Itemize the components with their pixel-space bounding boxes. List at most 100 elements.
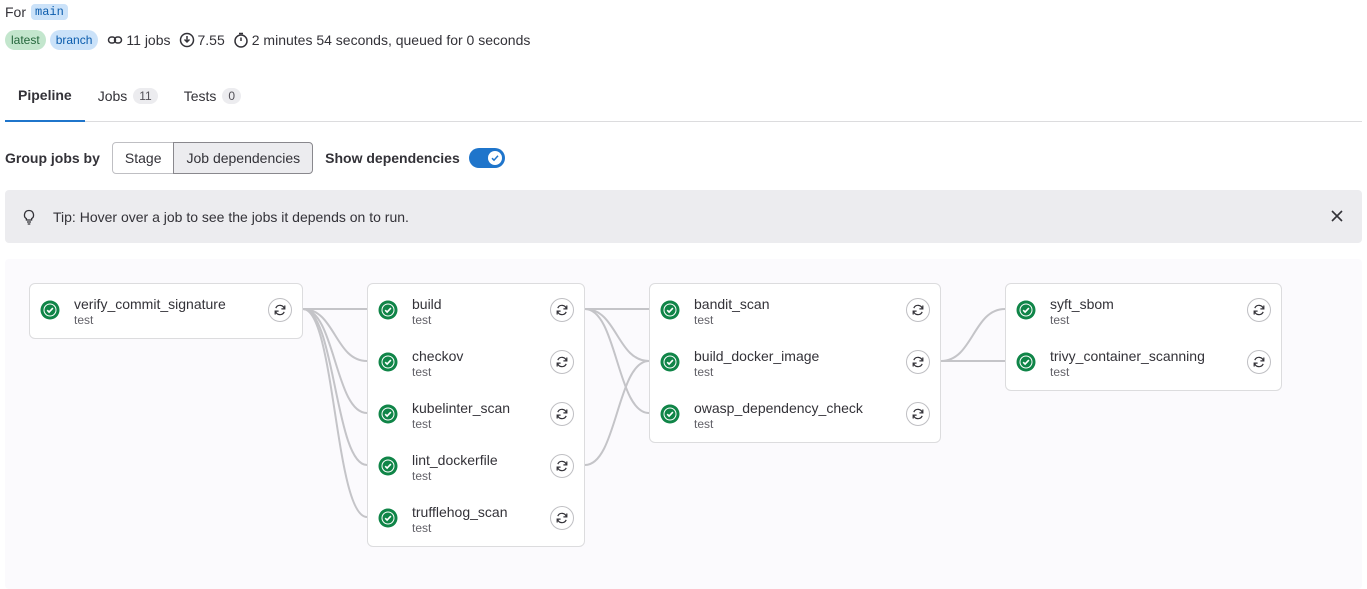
retry-icon[interactable] [550, 506, 574, 530]
jobs-count: 11 jobs [107, 32, 171, 48]
ref-line: For main [5, 2, 68, 22]
status-success-icon [660, 352, 680, 372]
job-name: lint_dockerfile [412, 452, 498, 468]
job-item[interactable]: lint_dockerfile test [368, 440, 584, 492]
job-stage: test [412, 521, 432, 535]
retry-icon[interactable] [1247, 350, 1271, 374]
job-stage: test [694, 313, 714, 327]
dependency-link [302, 308, 368, 466]
job-stage: test [694, 417, 714, 431]
job-stage: test [1050, 365, 1070, 379]
job-name: syft_sbom [1050, 296, 1114, 312]
job-stage: test [412, 417, 432, 431]
stage-column: bandit_scan test build_docker_image test owa… [649, 283, 941, 443]
job-item[interactable]: owasp_dependency_check test [650, 388, 940, 440]
tab-count: 11 [133, 87, 158, 104]
job-item[interactable]: trufflehog_scan test [368, 492, 584, 544]
job-name: build_docker_image [694, 348, 820, 364]
job-item[interactable]: trivy_container_scanning test [1006, 336, 1281, 388]
tab-tests[interactable]: Tests 0 [171, 70, 254, 121]
retry-icon[interactable] [906, 298, 930, 322]
job-name: verify_commit_signature [74, 296, 226, 312]
pipeline-graph: verify_commit_signature test build test chec… [5, 259, 1362, 589]
job-name: kubelinter_scan [412, 400, 511, 416]
stage-column: build test checkov test kubelinter_scan test l… [367, 283, 585, 547]
group-jobs-label: Group jobs by [5, 150, 100, 166]
timer-icon [233, 32, 249, 48]
status-success-icon [378, 352, 398, 372]
tab-label: Pipeline [18, 87, 72, 103]
pipeline-meta: latest branch 11 jobs 7.55 2 minutes 54 … [5, 29, 530, 51]
group-by-job-dependencies-button[interactable]: Job dependencies [173, 142, 314, 174]
duration: 2 minutes 54 seconds, queued for 0 secon… [233, 32, 531, 48]
status-success-icon [660, 404, 680, 424]
job-item[interactable]: verify_commit_signature test [30, 284, 302, 336]
job-name: trufflehog_scan [412, 504, 508, 520]
retry-icon[interactable] [268, 298, 292, 322]
stage-column: verify_commit_signature test [29, 283, 303, 339]
dependency-link [302, 308, 368, 414]
tip-text: Tip: Hover over a job to see the jobs it… [53, 208, 409, 225]
status-success-icon [40, 300, 60, 320]
show-dependencies-label: Show dependencies [325, 150, 460, 166]
group-by-segmented-control: Stage Job dependencies [111, 142, 314, 174]
branch-badge: branch [49, 30, 99, 50]
pipeline-link-icon [107, 32, 123, 48]
job-name: build [412, 296, 442, 312]
dependency-link [302, 308, 368, 518]
group-jobs-controls: Group jobs by Stage Job dependencies Sho… [5, 142, 505, 174]
duration-text: 2 minutes 54 seconds, queued for 0 secon… [251, 32, 531, 48]
status-success-icon [378, 456, 398, 476]
job-item[interactable]: build_docker_image test [650, 336, 940, 388]
status-success-icon [378, 508, 398, 528]
status-success-icon [1016, 300, 1036, 320]
show-dependencies-toggle[interactable] [468, 148, 505, 168]
ref-chip[interactable]: main [31, 4, 68, 20]
retry-icon[interactable] [1247, 298, 1271, 322]
job-item[interactable]: build test [368, 284, 584, 336]
job-stage: test [694, 365, 714, 379]
check-icon [487, 151, 502, 165]
latest-badge: latest [5, 30, 46, 50]
job-stage: test [412, 469, 432, 483]
dependency-link [584, 308, 650, 414]
job-item[interactable]: kubelinter_scan test [368, 388, 584, 440]
score-text: 7.55 [197, 32, 225, 48]
status-success-icon [660, 300, 680, 320]
tab-pipeline[interactable]: Pipeline [5, 70, 85, 122]
status-success-icon [378, 404, 398, 424]
tab-jobs[interactable]: Jobs 11 [85, 70, 171, 121]
job-name: trivy_container_scanning [1050, 348, 1205, 364]
job-stage: test [412, 365, 432, 379]
stage-column: syft_sbom test trivy_container_scanning tes… [1005, 283, 1282, 391]
download-icon [179, 32, 195, 48]
job-name: bandit_scan [694, 296, 770, 312]
job-stage: test [74, 313, 94, 327]
status-success-icon [1016, 352, 1036, 372]
dependency-link [584, 360, 650, 466]
retry-icon[interactable] [906, 402, 930, 426]
retry-icon[interactable] [550, 298, 574, 322]
tip-alert: Tip: Hover over a job to see the jobs it… [5, 190, 1362, 243]
job-stage: test [1050, 313, 1070, 327]
group-by-stage-button[interactable]: Stage [111, 142, 175, 174]
job-item[interactable]: syft_sbom test [1006, 284, 1281, 336]
job-item[interactable]: bandit_scan test [650, 284, 940, 336]
score: 7.55 [179, 32, 225, 48]
retry-icon[interactable] [550, 454, 574, 478]
job-stage: test [412, 313, 432, 327]
retry-icon[interactable] [550, 350, 574, 374]
tab-label: Jobs [97, 87, 128, 104]
status-success-icon [378, 300, 398, 320]
dependency-link [940, 308, 1006, 362]
retry-icon[interactable] [550, 402, 574, 426]
tab-count: 0 [222, 87, 242, 104]
pipeline-tabs: Pipeline Jobs 11 Tests 0 [5, 70, 1362, 122]
job-name: checkov [412, 348, 464, 364]
job-item[interactable]: checkov test [368, 336, 584, 388]
dependency-link [584, 308, 650, 362]
tab-label: Tests [183, 87, 217, 104]
retry-icon[interactable] [906, 350, 930, 374]
close-icon[interactable] [1328, 207, 1346, 225]
for-label: For [5, 4, 26, 20]
